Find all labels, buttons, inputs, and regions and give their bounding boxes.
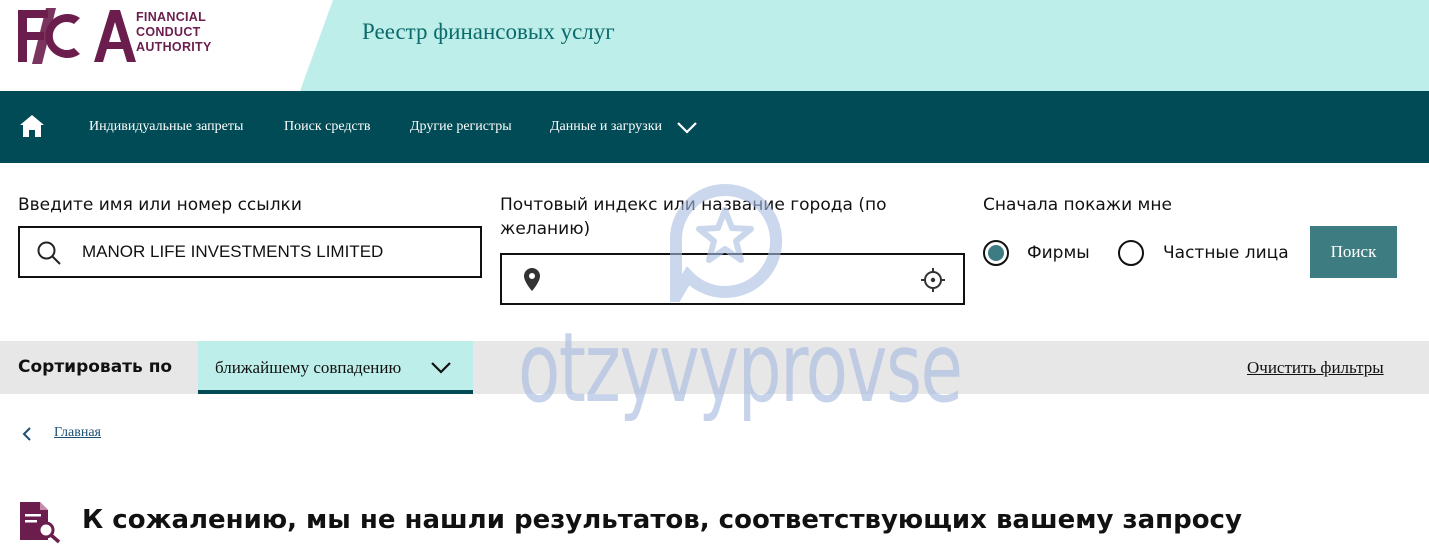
show-first-label: Сначала покажи мне — [983, 195, 1172, 215]
watermark-text: otzyvyprovse — [518, 312, 963, 424]
search-icon — [37, 241, 61, 265]
nav-item-other-registers[interactable]: Другие регистры — [410, 119, 512, 135]
search-button[interactable]: Поиск — [1310, 226, 1397, 278]
locate-me-icon[interactable] — [920, 267, 946, 293]
location-pin-icon — [524, 268, 540, 291]
chevron-down-icon[interactable] — [676, 116, 698, 138]
document-search-icon — [20, 502, 61, 544]
sort-select[interactable]: ближайшему совпадению — [198, 341, 473, 394]
radio-individuals-label[interactable]: Частные лица — [1163, 243, 1289, 263]
home-icon[interactable] — [19, 113, 45, 139]
sort-label: Сортировать по — [18, 357, 173, 377]
radio-firms[interactable] — [983, 240, 1009, 266]
no-results-title: К сожалению, мы не нашли результатов, со… — [82, 505, 1242, 535]
nav-item-data-downloads[interactable]: Данные и загрузки — [550, 119, 662, 135]
chevron-down-icon — [431, 362, 451, 374]
sort-selected-value: ближайшему совпадению — [215, 358, 402, 377]
site-header: FINANCIAL CONDUCT AUTHORITY Реестр финан… — [0, 0, 1429, 91]
chevron-left-icon[interactable] — [20, 426, 34, 442]
main-nav: Индивидуальные запреты Поиск средств Дру… — [0, 91, 1429, 163]
nav-item-fund-search[interactable]: Поиск средств — [284, 119, 370, 135]
nav-item-individual-bans[interactable]: Индивидуальные запреты — [89, 119, 243, 135]
name-search-value: MANOR LIFE INVESTMENTS LIMITED — [82, 242, 384, 261]
watermark-star-chat-icon — [669, 184, 783, 302]
name-field-label: Введите имя или номер ссылки — [18, 195, 302, 215]
breadcrumb-home-link[interactable]: Главная — [54, 425, 101, 441]
radio-firms-label[interactable]: Фирмы — [1027, 243, 1090, 263]
radio-individuals[interactable] — [1118, 240, 1144, 266]
fca-logo-text: FINANCIAL CONDUCT AUTHORITY — [136, 10, 212, 54]
register-title: Реестр финансовых услуг — [362, 19, 615, 44]
name-search-input[interactable]: MANOR LIFE INVESTMENTS LIMITED — [18, 226, 482, 278]
clear-filters-link[interactable]: Очистить фильтры — [1247, 358, 1384, 378]
